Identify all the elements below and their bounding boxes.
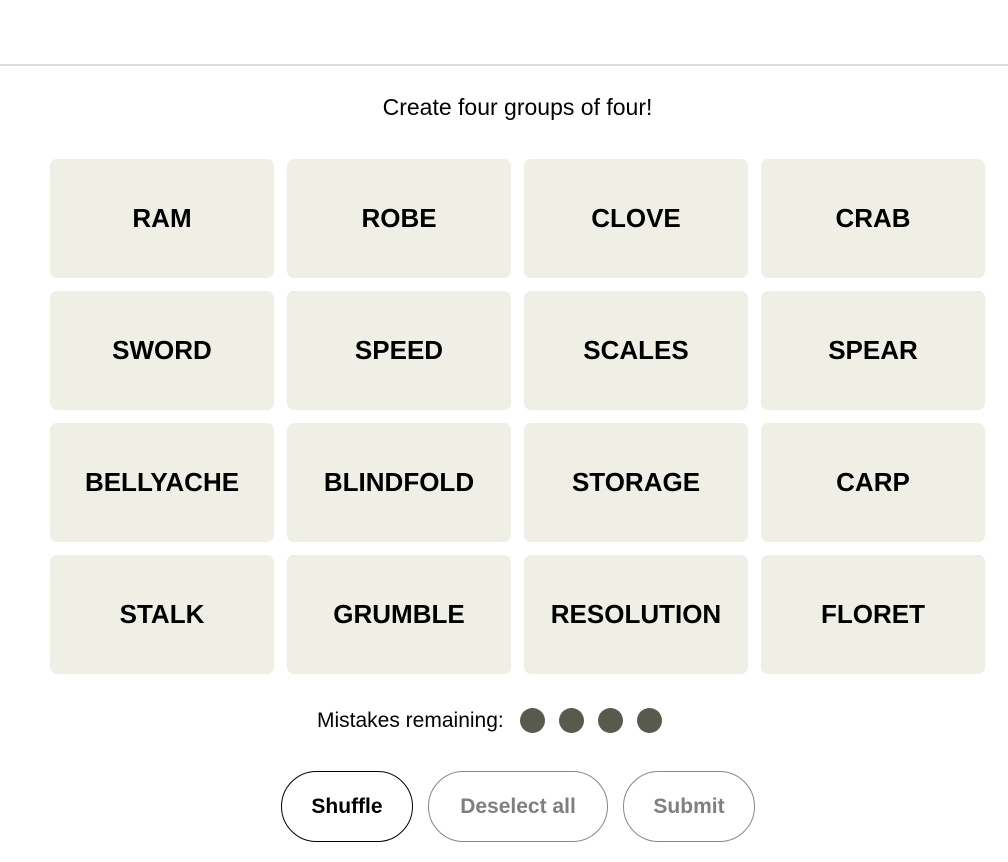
submit-button[interactable]: Submit <box>623 771 755 842</box>
mistake-dot <box>597 708 623 733</box>
word-tile[interactable]: FLORET <box>761 555 985 674</box>
mistake-dot <box>519 708 545 733</box>
word-grid: RAM ROBE CLOVE CRAB SWORD SPEED SCALES S… <box>50 159 985 674</box>
word-tile[interactable]: SWORD <box>50 291 274 410</box>
word-tile[interactable]: CRAB <box>761 159 985 278</box>
word-tile[interactable]: SCALES <box>524 291 748 410</box>
word-tile[interactable]: STALK <box>50 555 274 674</box>
mistake-dot <box>636 708 662 733</box>
mistakes-label: Mistakes remaining: <box>317 708 504 732</box>
mistakes-remaining: Mistakes remaining: <box>317 708 662 733</box>
word-tile[interactable]: RAM <box>50 159 274 278</box>
word-tile[interactable]: BELLYACHE <box>50 423 274 542</box>
word-tile[interactable]: CARP <box>761 423 985 542</box>
word-tile[interactable]: SPEED <box>287 291 511 410</box>
instructions: Create four groups of four! <box>382 94 653 120</box>
word-tile[interactable]: STORAGE <box>524 423 748 542</box>
shuffle-button[interactable]: Shuffle <box>281 771 413 842</box>
deselect-all-button[interactable]: Deselect all <box>428 771 608 842</box>
word-tile[interactable]: ROBE <box>287 159 511 278</box>
mistake-dot <box>558 708 584 733</box>
word-tile[interactable]: RESOLUTION <box>524 555 748 674</box>
word-tile[interactable]: SPEAR <box>761 291 985 410</box>
header-bar <box>0 0 1008 66</box>
mistake-dots <box>519 708 662 733</box>
word-tile[interactable]: GRUMBLE <box>287 555 511 674</box>
word-tile[interactable]: CLOVE <box>524 159 748 278</box>
word-tile[interactable]: BLINDFOLD <box>287 423 511 542</box>
